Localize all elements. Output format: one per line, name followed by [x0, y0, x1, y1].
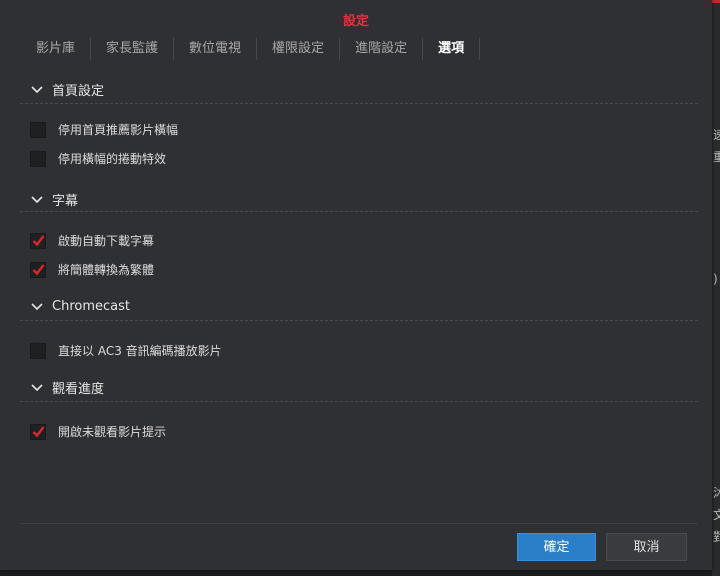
section-chromecast-title: Chromecast — [52, 299, 130, 314]
checkmark-icon — [32, 263, 45, 275]
checkmark-icon — [32, 425, 45, 437]
section-home-toggle[interactable]: 首頁設定 — [30, 80, 104, 99]
option-disable-banner-scroll: 停用橫幅的捲動特效 — [30, 150, 166, 167]
checkbox-disable-home-banner[interactable] — [30, 121, 46, 138]
section-divider — [20, 211, 698, 212]
option-label: 啟動自動下載字幕 — [58, 234, 155, 248]
checkbox-ac3-direct-play[interactable] — [30, 342, 46, 359]
ok-button[interactable]: 確定 — [517, 533, 596, 561]
chevron-down-icon — [31, 85, 43, 93]
checkbox-auto-download-subtitle[interactable] — [30, 232, 46, 249]
option-label: 開啟未觀看影片提示 — [58, 425, 167, 439]
footer-divider — [20, 523, 698, 524]
background-text-fragment: 文 — [713, 508, 720, 522]
option-unwatched-hint: 開啟未觀看影片提示 — [30, 423, 166, 440]
option-label: 停用首頁推薦影片橫幅 — [58, 123, 179, 137]
section-divider — [20, 320, 698, 321]
tab-video-library[interactable]: 影片庫 — [20, 38, 92, 60]
chevron-down-icon — [31, 195, 43, 203]
background-text-fragment: 對 — [713, 530, 720, 544]
background-text-fragment: 重 — [713, 150, 720, 164]
background-text-fragment: ) — [713, 272, 718, 286]
option-ac3-direct-play: 直接以 AC3 音訊編碼播放影片 — [30, 342, 222, 359]
checkmark-icon — [32, 234, 45, 246]
section-chromecast-toggle[interactable]: Chromecast — [30, 299, 130, 314]
section-home-title: 首頁設定 — [52, 84, 105, 99]
section-divider — [20, 103, 698, 104]
option-convert-simplified: 將簡體轉換為繁體 — [30, 261, 154, 278]
tab-options[interactable]: 選項 — [423, 38, 481, 60]
option-label: 直接以 AC3 音訊編碼播放影片 — [58, 344, 222, 358]
option-auto-download-subtitle: 啟動自動下載字幕 — [30, 232, 154, 249]
section-progress-title: 觀看進度 — [52, 382, 105, 397]
tab-bar: 影片庫 家長監護 數位電視 權限設定 進階設定 選項 — [20, 35, 481, 63]
background-text-fragment: 沐 — [713, 486, 720, 500]
background-text-fragment: 速 — [713, 128, 720, 142]
checkbox-unwatched-hint[interactable] — [30, 423, 46, 440]
section-subtitle-toggle[interactable]: 字幕 — [30, 190, 78, 209]
cancel-button[interactable]: 取消 — [606, 533, 687, 561]
section-subtitle-title: 字幕 — [52, 194, 79, 209]
tab-digital-tv[interactable]: 數位電視 — [174, 38, 258, 60]
chevron-down-icon — [31, 302, 43, 310]
section-progress-toggle[interactable]: 觀看進度 — [30, 378, 104, 397]
option-label: 停用橫幅的捲動特效 — [58, 152, 167, 166]
option-disable-home-banner: 停用首頁推薦影片橫幅 — [30, 121, 178, 138]
dialog-title: 設定 — [342, 14, 369, 29]
settings-dialog: 設定 影片庫 家長監護 數位電視 權限設定 進階設定 選項 首頁設定 停用首頁推… — [0, 0, 712, 570]
tab-privileges[interactable]: 權限設定 — [257, 38, 341, 60]
option-label: 將簡體轉換為繁體 — [58, 263, 155, 277]
checkbox-disable-banner-scroll[interactable] — [30, 150, 46, 167]
section-divider — [20, 401, 698, 402]
tab-advanced[interactable]: 進階設定 — [340, 38, 424, 60]
tab-parental-control[interactable]: 家長監護 — [91, 38, 175, 60]
chevron-down-icon — [31, 383, 43, 391]
checkbox-convert-simplified[interactable] — [30, 261, 46, 278]
